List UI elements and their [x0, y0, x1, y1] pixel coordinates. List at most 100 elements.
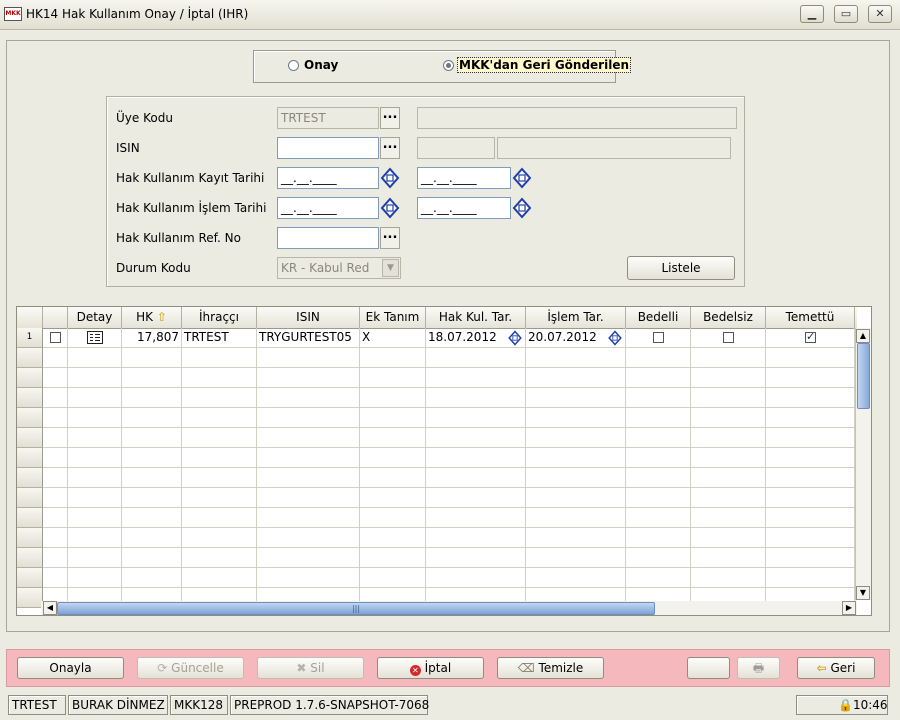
empty-cell	[122, 548, 182, 568]
row-header-empty[interactable]	[17, 348, 43, 368]
temizle-button[interactable]: ⌫ Temizle	[497, 657, 604, 679]
window-title: HK14 Hak Kullanım Onay / İptal (IHR)	[26, 7, 249, 21]
scroll-left-button[interactable]: ◀	[43, 601, 57, 615]
calendar-icon[interactable]	[380, 167, 400, 189]
empty-cell	[257, 488, 360, 508]
row-header-empty[interactable]	[17, 548, 43, 568]
row-header-empty[interactable]	[17, 528, 43, 548]
kayit-tarihi-to-field[interactable]: __.__.____	[417, 167, 511, 189]
row-header-empty[interactable]	[17, 368, 43, 388]
grid-header-temettu[interactable]: Temettü	[766, 307, 855, 328]
row-header-empty[interactable]	[17, 508, 43, 528]
empty-cell	[68, 488, 122, 508]
kayit-tarihi-from-field[interactable]: __.__.____	[277, 167, 379, 189]
blank-button[interactable]	[687, 657, 730, 679]
grid-header-bedelli[interactable]: Bedelli	[626, 307, 691, 328]
isin-field[interactable]	[277, 137, 379, 159]
empty-cell	[43, 528, 68, 548]
ref-no-field[interactable]	[277, 227, 379, 249]
row-header-empty[interactable]	[17, 568, 43, 588]
empty-cell	[766, 508, 855, 528]
row-number[interactable]: 1	[17, 328, 43, 348]
radio-mkk-geri-gonderilen[interactable]	[443, 60, 454, 71]
horizontal-scroll-thumb[interactable]: |||	[57, 602, 655, 615]
row-header-empty[interactable]	[17, 408, 43, 428]
grid-header-detay[interactable]: Detay	[68, 307, 122, 328]
empty-cell	[257, 428, 360, 448]
calendar-icon[interactable]	[512, 167, 532, 189]
scroll-down-button[interactable]: ▼	[856, 586, 870, 600]
empty-cell	[691, 468, 766, 488]
minimize-button[interactable]: ▁	[800, 5, 824, 23]
onayla-button[interactable]: Onayla	[17, 657, 124, 679]
empty-cell	[122, 528, 182, 548]
grid-header-islem-tar[interactable]: İşlem Tar.	[526, 307, 626, 328]
sil-button[interactable]: ✖ Sil	[257, 657, 364, 679]
scroll-up-button[interactable]: ▲	[856, 329, 870, 343]
empty-cell	[122, 408, 182, 428]
grid-header-ihracci[interactable]: İhraççı	[182, 307, 257, 328]
guncelle-button[interactable]: ⟳ Güncelle	[137, 657, 244, 679]
row-select-checkbox[interactable]	[50, 332, 61, 343]
calendar-icon[interactable]	[380, 197, 400, 219]
status-member: TRTEST	[8, 695, 66, 715]
islem-tarihi-to-field[interactable]: __.__.____	[417, 197, 511, 219]
bedelli-checkbox[interactable]	[653, 332, 664, 343]
calendar-icon[interactable]	[512, 197, 532, 219]
radio-onay[interactable]	[288, 60, 299, 71]
empty-cell	[626, 388, 691, 408]
scroll-right-button[interactable]: ▶	[842, 601, 856, 615]
row-header-empty[interactable]	[17, 388, 43, 408]
row-header-empty[interactable]	[17, 588, 43, 608]
empty-cell	[626, 568, 691, 588]
calendar-icon[interactable]	[507, 330, 523, 346]
listele-button[interactable]: Listele	[627, 256, 735, 280]
empty-cell	[122, 448, 182, 468]
empty-cell	[426, 488, 526, 508]
row-header-empty[interactable]	[17, 428, 43, 448]
print-button[interactable]: 🖶	[737, 657, 780, 679]
grid-header-hk[interactable]: HK ⇧	[122, 307, 182, 328]
empty-cell	[360, 468, 426, 488]
grid-header-isin[interactable]: ISIN	[257, 307, 360, 328]
empty-cell	[691, 568, 766, 588]
empty-cell	[526, 468, 626, 488]
maximize-button[interactable]: ▭	[834, 5, 858, 23]
uye-adi-field	[417, 107, 737, 129]
empty-cell	[257, 408, 360, 428]
islem-tarihi-from-field[interactable]: __.__.____	[277, 197, 379, 219]
empty-cell	[426, 468, 526, 488]
empty-cell	[360, 408, 426, 428]
iptal-button[interactable]: ✕ İptal	[377, 657, 484, 679]
bedelsiz-checkbox[interactable]	[723, 332, 734, 343]
isin-lookup-button[interactable]: ...	[380, 137, 400, 159]
calendar-icon[interactable]	[607, 330, 623, 346]
status-code: MKK128	[170, 695, 228, 715]
row-header-empty[interactable]	[17, 468, 43, 488]
grid-header-bedelsiz[interactable]: Bedelsiz	[691, 307, 766, 328]
ref-no-lookup-button[interactable]: ...	[380, 227, 400, 249]
empty-cell	[626, 368, 691, 388]
grid-header-ek-tanim[interactable]: Ek Tanım	[360, 307, 426, 328]
empty-cell	[360, 368, 426, 388]
geri-button[interactable]: ⇦ Geri	[797, 657, 875, 679]
temettu-checkbox[interactable]	[805, 330, 816, 343]
sort-ascending-icon: ⇧	[156, 310, 167, 324]
close-button[interactable]: ✕	[868, 5, 892, 23]
empty-cell	[691, 408, 766, 428]
guncelle-label: Güncelle	[171, 661, 224, 675]
detail-list-icon[interactable]	[87, 331, 103, 344]
empty-cell	[68, 428, 122, 448]
isin-extra-field-1	[417, 137, 495, 159]
row-header-empty[interactable]	[17, 488, 43, 508]
row-header-empty[interactable]	[17, 448, 43, 468]
empty-cell	[68, 348, 122, 368]
empty-cell	[626, 448, 691, 468]
empty-cell	[68, 568, 122, 588]
radio-mkk-geri-gonderilen-label[interactable]: MKK'dan Geri Gönderilen	[456, 57, 632, 73]
uye-kodu-lookup-button[interactable]: ...	[380, 107, 400, 129]
radio-onay-label[interactable]: Onay	[304, 58, 338, 72]
empty-cell	[257, 528, 360, 548]
grid-header-hak-kul-tar[interactable]: Hak Kul. Tar.	[426, 307, 526, 328]
vertical-scroll-thumb[interactable]	[857, 343, 870, 409]
